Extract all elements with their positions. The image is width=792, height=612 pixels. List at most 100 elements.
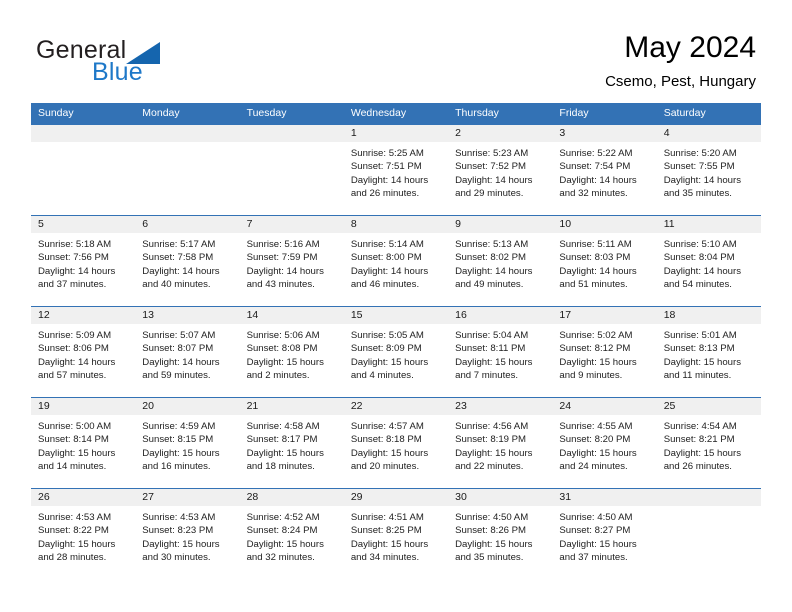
calendar-page: General Blue May 2024 Csemo, Pest, Hunga… <box>0 0 792 612</box>
sunset-text: Sunset: 8:26 PM <box>455 525 527 537</box>
weekday-header-row: Sunday Monday Tuesday Wednesday Thursday… <box>31 103 761 124</box>
day-cell[interactable]: Sunrise: 5:05 AM Sunset: 8:09 PM Dayligh… <box>344 324 448 397</box>
day-number: 5 <box>38 218 44 230</box>
day-cell[interactable]: Sunrise: 4:50 AM Sunset: 8:27 PM Dayligh… <box>552 506 656 579</box>
daylight-text-line1: Daylight: 15 hours <box>663 447 742 459</box>
daylight-text-line2: and 30 minutes. <box>142 551 211 563</box>
weekday-header-saturday: Saturday <box>663 107 706 119</box>
week-day-number-band: 19 20 21 22 23 24 25 <box>31 398 761 415</box>
day-cell[interactable]: Sunrise: 5:07 AM Sunset: 8:07 PM Dayligh… <box>135 324 239 397</box>
daylight-text-line2: and 7 minutes. <box>455 369 519 381</box>
day-cell[interactable]: Sunrise: 4:53 AM Sunset: 8:22 PM Dayligh… <box>31 506 135 579</box>
daylight-text-line1: Daylight: 15 hours <box>38 447 116 459</box>
sunset-text: Sunset: 8:09 PM <box>350 343 422 355</box>
day-cell[interactable]: Sunrise: 4:58 AM Sunset: 8:17 PM Dayligh… <box>240 415 344 488</box>
weekday-header-friday: Friday <box>559 107 589 119</box>
day-number: 15 <box>350 309 363 321</box>
day-cell[interactable]: Sunrise: 5:18 AM Sunset: 7:56 PM Dayligh… <box>31 233 135 306</box>
day-cell[interactable]: Sunrise: 4:54 AM Sunset: 8:21 PM Dayligh… <box>657 415 761 488</box>
sunset-text: Sunset: 8:08 PM <box>246 343 318 355</box>
day-cell[interactable]: Sunrise: 5:04 AM Sunset: 8:11 PM Dayligh… <box>448 324 552 397</box>
day-cell[interactable]: Sunrise: 4:55 AM Sunset: 8:20 PM Dayligh… <box>552 415 656 488</box>
day-number: 6 <box>142 218 149 230</box>
day-cell[interactable]: Sunrise: 5:09 AM Sunset: 8:06 PM Dayligh… <box>31 324 135 397</box>
daylight-text-line2: and 35 minutes. <box>455 551 524 563</box>
page-header: General Blue May 2024 Csemo, Pest, Hunga… <box>0 0 792 100</box>
daylight-text-line2: and 57 minutes. <box>38 369 107 381</box>
sunset-text: Sunset: 8:06 PM <box>38 343 109 355</box>
daylight-text-line2: and 34 minutes. <box>350 551 420 563</box>
sunrise-text: Sunrise: 4:59 AM <box>142 421 216 432</box>
day-cell[interactable]: Sunrise: 5:11 AM Sunset: 8:03 PM Dayligh… <box>552 233 656 306</box>
day-cell[interactable]: Sunrise: 4:57 AM Sunset: 8:18 PM Dayligh… <box>344 415 448 488</box>
day-number: 17 <box>559 309 572 321</box>
sunrise-text: Sunrise: 5:17 AM <box>142 239 216 250</box>
day-number: 28 <box>246 491 259 503</box>
sunset-text: Sunset: 8:19 PM <box>455 434 527 446</box>
daylight-text-line2: and 35 minutes. <box>663 187 732 199</box>
daylight-text-line1: Daylight: 15 hours <box>142 447 220 459</box>
daylight-text-line1: Daylight: 15 hours <box>350 356 429 368</box>
daylight-text-line2: and 43 minutes. <box>246 278 315 290</box>
day-cell[interactable]: Sunrise: 5:16 AM Sunset: 7:59 PM Dayligh… <box>240 233 344 306</box>
day-cell[interactable]: Sunrise: 4:50 AM Sunset: 8:26 PM Dayligh… <box>448 506 552 579</box>
day-cell[interactable]: Sunrise: 5:20 AM Sunset: 7:55 PM Dayligh… <box>657 142 761 215</box>
daylight-text-line2: and 49 minutes. <box>455 278 524 290</box>
day-cell[interactable]: Sunrise: 4:53 AM Sunset: 8:23 PM Dayligh… <box>135 506 239 579</box>
day-number: 18 <box>663 309 676 321</box>
day-cell[interactable]: Sunrise: 5:22 AM Sunset: 7:54 PM Dayligh… <box>552 142 656 215</box>
weekday-header-tuesday: Tuesday <box>246 107 287 119</box>
calendar-week-row: 19 20 21 22 23 24 25 Sunrise: 5:00 AM Su… <box>31 397 761 488</box>
daylight-text-line1: Daylight: 14 hours <box>663 174 742 186</box>
day-cell[interactable]: Sunrise: 5:10 AM Sunset: 8:04 PM Dayligh… <box>657 233 761 306</box>
daylight-text-line2: and 22 minutes. <box>455 460 524 472</box>
day-number: 10 <box>559 218 572 230</box>
day-cell[interactable]: Sunrise: 5:14 AM Sunset: 8:00 PM Dayligh… <box>344 233 448 306</box>
day-cell[interactable]: Sunrise: 5:23 AM Sunset: 7:52 PM Dayligh… <box>448 142 552 215</box>
daylight-text-line1: Daylight: 14 hours <box>559 265 637 277</box>
day-number: 11 <box>663 218 675 230</box>
daylight-text-line2: and 26 minutes. <box>350 187 420 199</box>
day-cell[interactable]: Sunrise: 4:52 AM Sunset: 8:24 PM Dayligh… <box>240 506 344 579</box>
sunrise-text: Sunrise: 4:56 AM <box>455 421 529 432</box>
sunrise-text: Sunrise: 4:50 AM <box>455 512 529 523</box>
day-cell[interactable]: Sunrise: 5:13 AM Sunset: 8:02 PM Dayligh… <box>448 233 552 306</box>
day-cell[interactable]: Sunrise: 4:59 AM Sunset: 8:15 PM Dayligh… <box>135 415 239 488</box>
sunrise-text: Sunrise: 5:18 AM <box>38 239 112 250</box>
sunset-text: Sunset: 8:12 PM <box>559 343 631 355</box>
weekday-header-wednesday: Wednesday <box>350 107 407 119</box>
day-cell[interactable]: Sunrise: 4:56 AM Sunset: 8:19 PM Dayligh… <box>448 415 552 488</box>
day-cell[interactable]: Sunrise: 5:02 AM Sunset: 8:12 PM Dayligh… <box>552 324 656 397</box>
daylight-text-line2: and 40 minutes. <box>142 278 211 290</box>
daylight-text-line1: Daylight: 14 hours <box>350 265 429 277</box>
day-number: 24 <box>559 400 572 412</box>
day-number: 19 <box>38 400 50 412</box>
day-number: 8 <box>350 218 357 230</box>
day-number: 13 <box>142 309 154 321</box>
day-number: 4 <box>663 127 670 139</box>
day-cell[interactable]: Sunrise: 5:25 AM Sunset: 7:51 PM Dayligh… <box>344 142 448 215</box>
day-cell[interactable]: Sunrise: 5:06 AM Sunset: 8:08 PM Dayligh… <box>240 324 344 397</box>
week-day-number-band: 1 2 3 4 <box>31 125 761 142</box>
brand-logo[interactable]: General Blue <box>36 36 266 88</box>
daylight-text-line1: Daylight: 14 hours <box>559 174 637 186</box>
daylight-text-line1: Daylight: 15 hours <box>559 356 637 368</box>
location-subtitle: Csemo, Pest, Hungary <box>605 73 756 90</box>
sunset-text: Sunset: 7:54 PM <box>559 161 631 173</box>
day-number: 30 <box>455 491 467 503</box>
day-number: 1 <box>350 127 357 139</box>
day-cell[interactable]: Sunrise: 5:00 AM Sunset: 8:14 PM Dayligh… <box>31 415 135 488</box>
day-number: 14 <box>246 309 259 321</box>
calendar-week-row: 5 6 7 8 9 10 11 Sunrise: 5:18 AM Sunset:… <box>31 215 761 306</box>
sunset-text: Sunset: 8:20 PM <box>559 434 631 446</box>
week-detail-band: Sunrise: 5:18 AM Sunset: 7:56 PM Dayligh… <box>31 233 761 306</box>
daylight-text-line2: and 37 minutes. <box>559 551 628 563</box>
day-cell[interactable]: Sunrise: 5:01 AM Sunset: 8:13 PM Dayligh… <box>657 324 761 397</box>
day-cell[interactable]: Sunrise: 5:17 AM Sunset: 7:58 PM Dayligh… <box>135 233 239 306</box>
week-day-number-band: 12 13 14 15 16 17 18 <box>31 307 761 324</box>
day-cell[interactable]: Sunrise: 4:51 AM Sunset: 8:25 PM Dayligh… <box>344 506 448 579</box>
daylight-text-line1: Daylight: 14 hours <box>663 265 742 277</box>
day-number: 2 <box>455 127 461 139</box>
weekday-header-monday: Monday <box>142 107 180 119</box>
week-detail-band: Sunrise: 5:09 AM Sunset: 8:06 PM Dayligh… <box>31 324 761 397</box>
